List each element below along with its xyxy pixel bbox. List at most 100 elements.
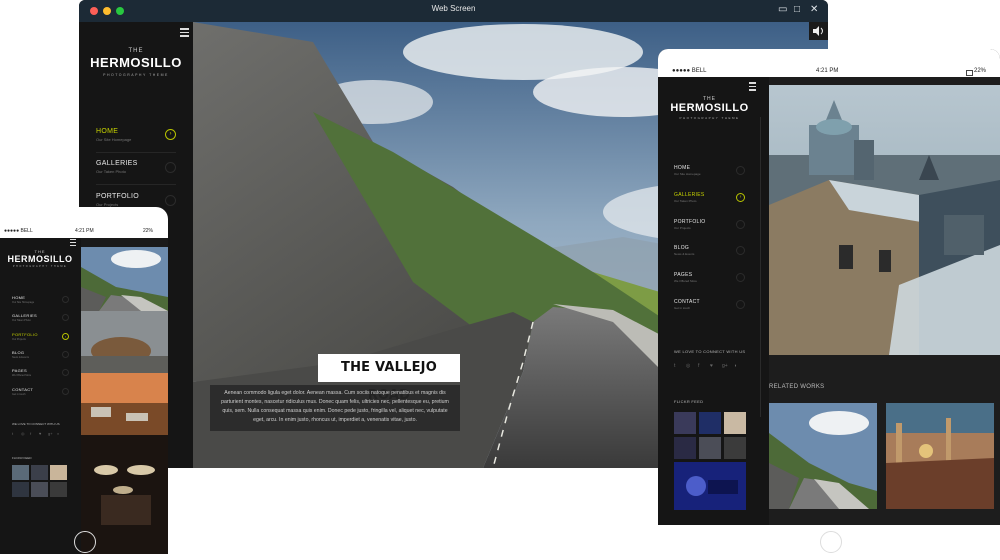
nav-circle-icon[interactable] <box>165 195 176 206</box>
facebook-icon[interactable]: f <box>698 363 699 369</box>
nav-item-portfolio[interactable]: PORTFOLIO Our Projects <box>96 193 139 207</box>
flickr-thumb[interactable] <box>31 465 48 480</box>
google-plus-icon[interactable]: g+ <box>722 363 728 369</box>
flickr-thumb[interactable] <box>50 482 67 497</box>
nav-item-home[interactable]: HOME Our Site Homepage <box>674 165 701 176</box>
nav-item-home[interactable]: HOME Our Site Homepage <box>96 128 131 142</box>
logo[interactable]: THE HERMOSILLO PHOTOGRAPHY THEME <box>79 48 193 77</box>
close-button[interactable]: ✕ <box>810 4 818 16</box>
gallery-tile[interactable] <box>81 247 168 311</box>
nav-label: PAGES <box>674 272 693 278</box>
tablet-home-button[interactable] <box>820 531 842 553</box>
heart-icon[interactable]: ♥ <box>710 363 713 369</box>
nav-item-portfolio[interactable]: PORTFOLIO Our Projects <box>674 219 706 230</box>
flickr-thumb[interactable] <box>12 482 29 497</box>
nav-sub: Our Taken Photo <box>96 169 126 174</box>
twitter-icon[interactable]: t <box>674 363 675 369</box>
flickr-grid <box>12 465 68 499</box>
nav-item-galleries[interactable]: GALLERIES Our Taken Photo <box>12 313 37 322</box>
chevron-right-icon[interactable]: › <box>165 129 176 140</box>
heart-icon[interactable]: ♥ <box>39 431 41 436</box>
related-work-card[interactable] <box>769 403 877 509</box>
nav-circle-icon[interactable] <box>736 220 745 229</box>
logo-name: HERMOSILLO <box>7 254 73 264</box>
minimize-button[interactable]: ▭ <box>778 4 787 16</box>
flickr-thumb[interactable] <box>674 412 696 434</box>
hamburger-menu-icon[interactable] <box>749 82 756 93</box>
facebook-icon[interactable]: f <box>30 431 31 436</box>
phone-home-button[interactable] <box>74 531 96 553</box>
maximize-button[interactable]: □ <box>794 4 800 16</box>
flickr-feature-thumb[interactable] <box>674 462 746 510</box>
instagram-icon[interactable]: ◎ <box>21 431 25 436</box>
nav-circle-icon[interactable] <box>62 369 69 376</box>
nav-label: PORTFOLIO <box>674 219 706 225</box>
nav-item-pages[interactable]: PAGES We Offered More <box>12 368 31 377</box>
chevron-right-icon[interactable]: › <box>62 333 69 340</box>
nav-item-portfolio[interactable]: PORTFOLIO Our Projects <box>12 332 38 341</box>
flickr-thumb[interactable] <box>724 412 746 434</box>
sidebar-scrollbar[interactable] <box>760 117 761 417</box>
flickr-photo <box>674 462 746 510</box>
flickr-thumb[interactable] <box>50 465 67 480</box>
nav-label: CONTACT <box>12 387 34 392</box>
hamburger-menu-icon[interactable] <box>70 239 76 248</box>
tablet-device: ●●●●● BELL 4:21 PM 22% THE HERMOSILLO PH… <box>658 49 1000 525</box>
rss-icon[interactable]: ◗ <box>57 431 59 436</box>
speaker-button[interactable] <box>809 22 828 40</box>
flickr-thumb[interactable] <box>699 437 721 459</box>
nav-label: BLOG <box>12 350 25 355</box>
tablet-battery: 22% <box>974 68 987 74</box>
nav-item-blog[interactable]: BLOG News & Events <box>12 350 29 359</box>
gallery-tile[interactable] <box>81 373 168 435</box>
nav-sub: Our Projects <box>674 226 691 230</box>
nav-circle-icon[interactable] <box>736 273 745 282</box>
nav-item-home[interactable]: HOME Our Site Homepage <box>12 295 34 304</box>
nav-item-contact[interactable]: CONTACT Get in touch <box>12 387 33 396</box>
logo[interactable]: THE HERMOSILLO PHOTOGRAPHY THEME <box>0 249 80 268</box>
hamburger-menu-icon[interactable] <box>180 28 189 39</box>
nav-item-galleries[interactable]: GALLERIES Our Taken Photo <box>674 192 705 203</box>
flickr-thumb[interactable] <box>31 482 48 497</box>
nav-item-galleries[interactable]: GALLERIES Our Taken Photo <box>96 160 138 174</box>
nav-circle-icon[interactable] <box>165 162 176 173</box>
related-work-card[interactable] <box>886 403 994 509</box>
nav-circle-icon[interactable] <box>736 300 745 309</box>
phone-battery: 22% <box>143 228 154 234</box>
nav-circle-icon[interactable] <box>736 246 745 255</box>
flickr-heading: FLICKR FEED <box>674 399 704 404</box>
flickr-thumb[interactable] <box>12 465 29 480</box>
slide-title-box: THE VALLEJO ROAD <box>318 354 460 403</box>
nav-sub: We Offered More <box>12 374 32 377</box>
slide-caption: Aenean commodo ligula eget dolor. Aenean… <box>221 390 449 423</box>
gallery-tile[interactable] <box>81 311 168 373</box>
google-plus-icon[interactable]: g+ <box>48 431 53 436</box>
nav-circle-icon[interactable] <box>62 314 69 321</box>
chevron-right-icon[interactable]: › <box>736 193 745 202</box>
connect-heading: WE LOVE TO CONNECT WITH US <box>674 349 746 354</box>
rss-icon[interactable]: ◗ <box>734 363 737 369</box>
nav-item-contact[interactable]: CONTACT Get in touch <box>674 299 700 310</box>
nav-circle-icon[interactable] <box>62 351 69 358</box>
nav-circle-icon[interactable] <box>62 296 69 303</box>
tablet-sidebar: THE HERMOSILLO PHOTOGRAPHY THEME HOME Ou… <box>658 77 769 525</box>
nav-divider <box>96 184 176 185</box>
nav-item-pages[interactable]: PAGES We Offered More <box>674 272 697 283</box>
nav-label: HOME <box>12 295 26 300</box>
logo[interactable]: THE HERMOSILLO PHOTOGRAPHY THEME <box>658 96 761 120</box>
flickr-thumb[interactable] <box>724 437 746 459</box>
flickr-thumb[interactable] <box>699 412 721 434</box>
nav-divider <box>96 152 176 153</box>
nav-sub: Our Taken Photo <box>12 319 31 322</box>
nav-circle-icon[interactable] <box>736 166 745 175</box>
instagram-icon[interactable]: ◎ <box>686 363 690 369</box>
nav-circle-icon[interactable] <box>62 388 69 395</box>
nav-label: GALLERIES <box>96 160 138 167</box>
nav-sub: Our Taken Photo <box>674 199 697 203</box>
window-titlebar: Web Screen ▭ □ ✕ <box>79 0 828 22</box>
phone-carrier: ●●●●● BELL <box>4 228 33 234</box>
twitter-icon[interactable]: t <box>12 431 13 436</box>
flickr-thumb[interactable] <box>674 437 696 459</box>
gallery-main-image[interactable] <box>769 85 1000 355</box>
nav-item-blog[interactable]: BLOG News & Events <box>674 245 694 256</box>
